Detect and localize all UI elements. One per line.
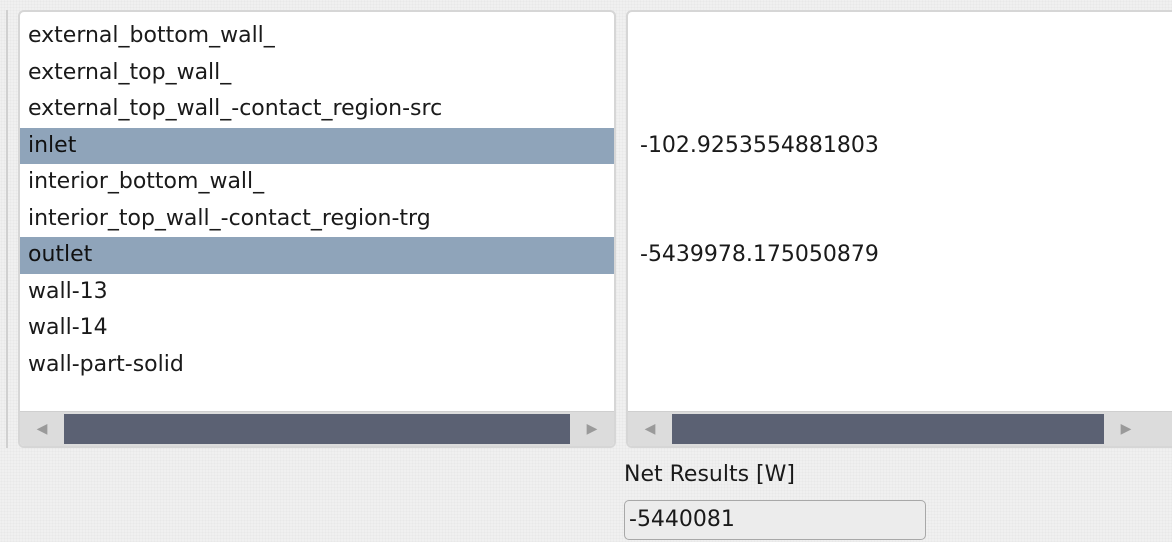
zone-list-item[interactable]: external_top_wall_	[20, 55, 614, 92]
zone-list-item[interactable]: wall-part-solid	[20, 347, 614, 384]
result-value	[628, 18, 1172, 55]
zone-list-item[interactable]: interior_top_wall_-contact_region-trg	[20, 201, 614, 238]
net-results-label: Net Results [W]	[624, 462, 795, 487]
zone-list-item[interactable]: wall-14	[20, 310, 614, 347]
zones-horizontal-scrollbar[interactable]: ◀ ▶	[20, 411, 614, 446]
result-value: -5439978.175050879	[640, 242, 879, 267]
result-value	[628, 55, 1172, 92]
results-values-list: -102.9253554881803 -5439978.175050879 ◀ ▶	[626, 10, 1172, 448]
report-fluxes-panel: external_bottom_wall_ external_top_wall_ e…	[0, 0, 1172, 542]
scroll-right-arrow-icon[interactable]: ▶	[1104, 412, 1148, 446]
scroll-thumb[interactable]	[64, 414, 570, 444]
scroll-left-arrow-icon[interactable]: ◀	[20, 412, 64, 446]
scroll-thumb[interactable]	[672, 414, 1104, 444]
zone-list-item[interactable]: interior_bottom_wall_	[20, 164, 614, 201]
zone-list-item[interactable]: outlet	[20, 237, 614, 274]
result-value	[628, 347, 1172, 384]
boundary-zones-list[interactable]: external_bottom_wall_ external_top_wall_ e…	[18, 10, 616, 448]
panel-edge	[6, 10, 8, 448]
result-value	[628, 164, 1172, 201]
result-value	[628, 274, 1172, 311]
zone-list-item[interactable]: inlet	[20, 127, 614, 164]
results-horizontal-scrollbar[interactable]: ◀ ▶	[628, 411, 1172, 446]
zone-list-item[interactable]: wall-13	[20, 274, 614, 311]
result-value	[628, 91, 1172, 128]
zone-list-item[interactable]: external_bottom_wall_	[20, 18, 614, 55]
scroll-left-arrow-icon[interactable]: ◀	[628, 412, 672, 446]
zone-list-item[interactable]: external_top_wall_-contact_region-src	[20, 91, 614, 128]
results-listbox: -102.9253554881803 -5439978.175050879	[628, 18, 1172, 383]
result-value	[628, 310, 1172, 347]
net-results-field[interactable]: -5440081	[624, 500, 926, 540]
scroll-right-arrow-icon[interactable]: ▶	[570, 412, 614, 446]
result-value: -102.9253554881803	[640, 132, 879, 158]
zones-listbox[interactable]: external_bottom_wall_ external_top_wall_ e…	[20, 18, 614, 383]
result-value	[628, 201, 1172, 238]
